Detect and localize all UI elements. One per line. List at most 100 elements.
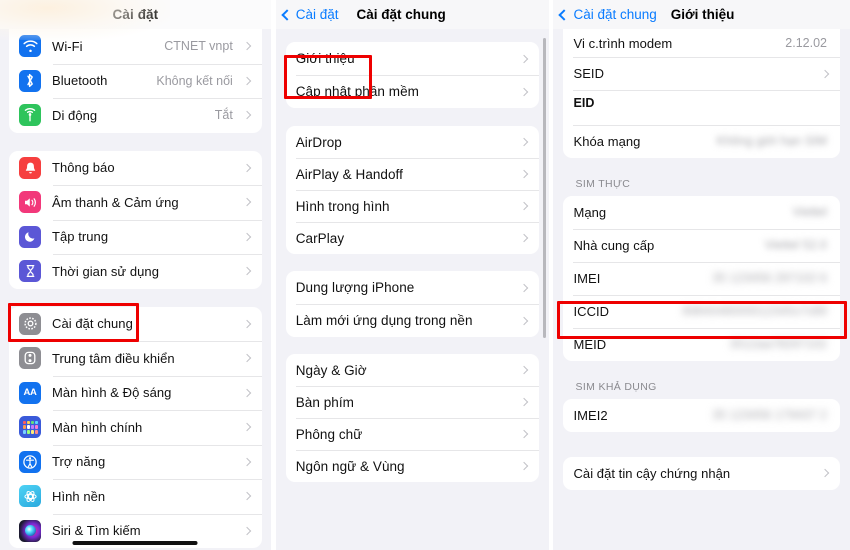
sidebar-item-accessibility[interactable]: Trợ năng — [9, 444, 262, 480]
chevron-right-icon — [242, 198, 252, 207]
menu-item-label: Hình trong hình — [295, 198, 390, 214]
moon-icon — [19, 225, 41, 248]
sidebar-item-control-center[interactable]: Trung tâm điều khiển — [9, 341, 262, 376]
info-row-imei[interactable]: IMEI 35 123456 297102 6 — [563, 261, 840, 295]
sidebar-item-home-screen[interactable]: Màn hình chính — [9, 410, 262, 445]
menu-item-label: Cập nhật phần mềm — [295, 84, 419, 99]
menu-item-label: Ngày & Giờ — [295, 362, 367, 378]
chevron-right-icon — [820, 468, 830, 478]
info-label: ICCID — [573, 303, 610, 319]
info-label: EID — [573, 96, 595, 110]
locale-group: Ngày & Giờ Bàn phím Phông chữ Ngôn ngữ &… — [285, 354, 539, 482]
menu-item-software-update[interactable]: Cập nhật phần mềm — [286, 75, 539, 108]
iccid-value-redacted: 8984048000012345x7x89 — [682, 304, 827, 318]
chevron-right-icon — [242, 492, 252, 501]
menu-item-fonts[interactable]: Phông chữ — [286, 418, 539, 450]
menu-item-certificate-trust-settings[interactable]: Cài đặt tin cậy chứng nhận — [563, 457, 840, 490]
imei-value-redacted: 35 123456 297102 6 — [712, 271, 827, 285]
sidebar-item-label: Âm thanh & Cảm ứng — [52, 194, 179, 210]
chevron-right-icon — [242, 526, 252, 535]
info-row-network: Mạng Viettel — [563, 196, 840, 229]
menu-item-airplay-handoff[interactable]: AirPlay & Handoff — [286, 158, 539, 190]
imei2-value-redacted: 35 123456 179437 2 — [712, 408, 827, 422]
right-navbar: Cài đặt chung Giới thiệu — [553, 0, 850, 29]
left-navbar: Cài đặt — [0, 0, 271, 29]
menu-item-language-region[interactable]: Ngôn ngữ & Vùng — [286, 450, 539, 482]
cellular-icon — [19, 104, 41, 127]
meid-value-redacted: 3512aa78297102 — [729, 337, 827, 351]
back-button[interactable]: Cài đặt — [280, 7, 339, 22]
info-row-iccid: ICCID 8984048000012345x7x89 — [563, 294, 840, 328]
sidebar-item-bluetooth[interactable]: Bluetooth Không kết nối — [9, 63, 262, 99]
chevron-right-icon — [519, 201, 528, 211]
siri-icon — [19, 519, 41, 542]
chevron-right-icon — [242, 457, 252, 466]
sidebar-item-label: Trung tâm điều khiển — [52, 350, 175, 366]
control-center-icon — [19, 347, 41, 370]
info-label: MEID — [573, 336, 607, 352]
info-label: IMEI — [573, 270, 601, 286]
info-row-seid[interactable]: SEID — [563, 57, 840, 90]
chevron-right-icon — [519, 397, 528, 407]
chevron-right-icon — [242, 163, 252, 172]
sidebar-item-label: Thông báo — [52, 160, 115, 176]
chevron-left-icon — [281, 8, 293, 21]
sidebar-item-label: Hình nền — [52, 488, 106, 504]
device-info-group: Vi c.trình modem 2.12.02 SEID EID Khóa m… — [563, 29, 840, 158]
sidebar-item-notifications[interactable]: Thông báo — [9, 151, 262, 186]
right-panel-about: Cài đặt chung Giới thiệu Vi c.trình mode… — [553, 0, 850, 550]
info-row-network-lock: Khóa mạng Không giới hạn SIM — [563, 124, 840, 158]
sidebar-item-display[interactable]: AA Màn hình & Độ sáng — [9, 375, 262, 411]
sidebar-item-general[interactable]: Cài đặt chung — [9, 307, 262, 342]
back-button[interactable]: Cài đặt chung — [557, 7, 657, 22]
sidebar-item-label: Cài đặt chung — [52, 316, 133, 332]
chevron-right-icon — [519, 283, 528, 292]
speaker-icon — [19, 191, 41, 214]
menu-item-carplay[interactable]: CarPlay — [286, 222, 539, 254]
menu-item-keyboard[interactable]: Bàn phím — [286, 386, 539, 418]
wifi-icon — [19, 35, 41, 58]
menu-item-label: Làm mới ứng dụng trong nền — [295, 313, 473, 328]
sidebar-item-label: Màn hình chính — [52, 419, 143, 435]
certificate-trust-group: Cài đặt tin cậy chứng nhận — [563, 456, 840, 490]
wifi-value: CTNET vnpt — [164, 39, 233, 54]
sim-real-group: Mạng Viettel Nhà cung cấp Viettel 52.0 I… — [563, 195, 840, 361]
gear-icon — [19, 312, 41, 335]
menu-item-date-time[interactable]: Ngày & Giờ — [286, 354, 539, 386]
sidebar-item-screen-time[interactable]: Thời gian sử dụng — [9, 254, 262, 289]
bluetooth-value: Không kết nối — [156, 73, 233, 88]
mid-scrollbar[interactable] — [542, 38, 546, 338]
sidebar-item-sounds[interactable]: Âm thanh & Cảm ứng — [9, 185, 262, 220]
connectivity-group: Wi-Fi CTNET vnpt Bluetooth Không kết nối — [9, 29, 262, 133]
menu-item-background-app-refresh[interactable]: Làm mới ứng dụng trong nền — [286, 304, 539, 337]
chevron-right-icon — [519, 169, 528, 179]
left-scroll-content[interactable]: Wi-Fi CTNET vnpt Bluetooth Không kết nối — [0, 29, 271, 550]
menu-item-iphone-storage[interactable]: Dung lượng iPhone — [286, 271, 539, 304]
info-row-eid: EID — [563, 90, 840, 125]
sidebar-item-label: Di động — [52, 107, 98, 123]
about-group: Giới thiệu Cập nhật phần mềm — [285, 42, 539, 108]
chevron-right-icon — [242, 354, 252, 363]
home-indicator — [72, 541, 198, 545]
section-header-sim-real: SIM THỰC — [575, 177, 631, 190]
sidebar-item-label: Trợ năng — [52, 454, 106, 470]
menu-item-label: CarPlay — [295, 230, 345, 246]
info-label: SEID — [573, 66, 605, 81]
sidebar-item-wifi[interactable]: Wi-Fi CTNET vnpt — [9, 29, 262, 64]
sim-available-group: IMEI2 35 123456 179437 2 — [563, 398, 840, 432]
sidebar-item-cellular[interactable]: Di động Tắt — [9, 98, 262, 133]
info-row-modem-firmware: Vi c.trình modem 2.12.02 — [563, 29, 840, 57]
left-panel-settings: Cài đặt Wi-Fi CTNET vnpt Bluetooth Không… — [0, 0, 271, 550]
cellular-value: Tắt — [214, 108, 233, 123]
siri-orb — [24, 525, 36, 537]
menu-item-about[interactable]: Giới thiệu — [286, 42, 539, 75]
mid-scroll-content[interactable]: Giới thiệu Cập nhật phần mềm AirDrop Air… — [276, 42, 549, 550]
chevron-right-icon — [519, 429, 528, 439]
sidebar-item-wallpaper[interactable]: Hình nền — [9, 479, 262, 514]
right-scroll-content[interactable]: Vi c.trình modem 2.12.02 SEID EID Khóa m… — [553, 29, 850, 550]
menu-item-airdrop[interactable]: AirDrop — [286, 126, 539, 158]
menu-item-label: AirDrop — [295, 134, 342, 150]
sidebar-item-focus[interactable]: Tập trung — [9, 219, 262, 255]
info-label: Vi c.trình modem — [573, 35, 673, 51]
menu-item-picture-in-picture[interactable]: Hình trong hình — [286, 190, 539, 222]
